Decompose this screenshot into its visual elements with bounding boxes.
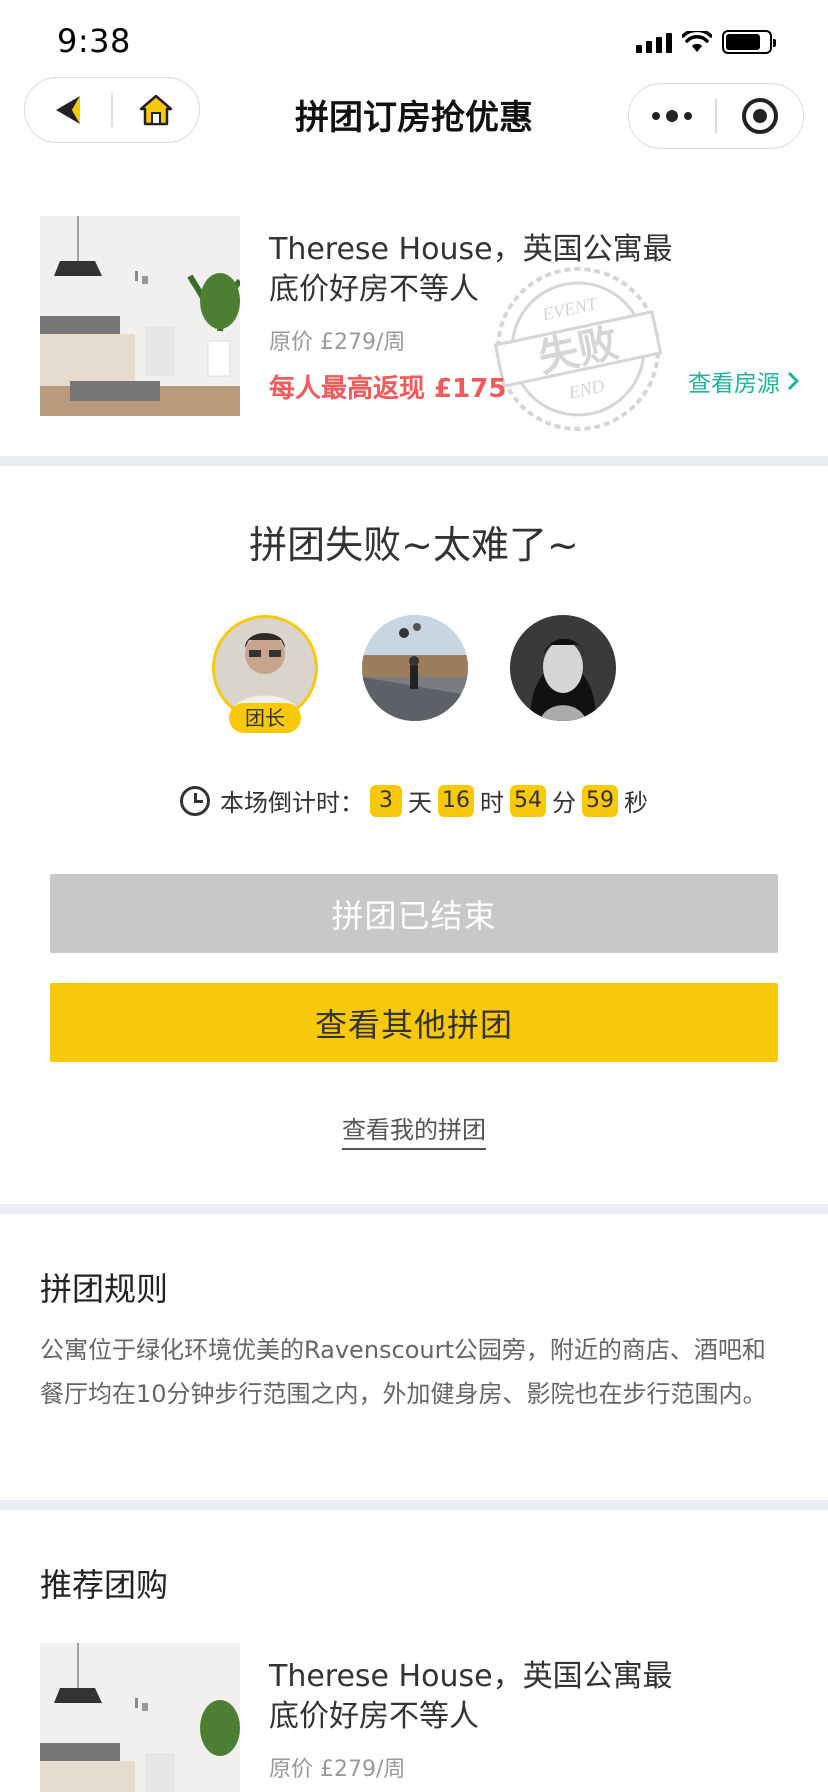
my-groups-link[interactable]: 查看我的拼团 <box>342 1116 486 1150</box>
section-divider <box>0 1500 828 1510</box>
recommend-title: 推荐团购 <box>40 1566 169 1604</box>
view-listing-label: 查看房源 <box>688 371 780 397</box>
status-icons <box>636 30 776 54</box>
product-card[interactable]: Therese House，英国公寓最底价好房不等人 原价 £279/周 每人最… <box>40 216 800 431</box>
my-groups-link-wrap: 查看我的拼团 <box>0 1110 828 1150</box>
view-listing-link[interactable]: 查看房源 <box>688 364 800 398</box>
recommend-product-price: 原价 £279/周 <box>269 1757 406 1782</box>
close-miniprogram-button[interactable] <box>717 84 803 148</box>
signal-icon <box>636 31 672 53</box>
countdown-hours-unit: 时 <box>480 789 504 817</box>
chevron-right-icon <box>787 371 800 391</box>
view-other-groups-button[interactable]: 查看其他拼团 <box>50 983 778 1062</box>
countdown-minutes-unit: 分 <box>552 789 576 817</box>
countdown-minutes: 54 <box>510 784 546 817</box>
event-end-stamp: EVENT 失败 END <box>493 267 663 431</box>
countdown-seconds-unit: 秒 <box>624 789 648 817</box>
status-bar: 9:38 <box>0 0 828 80</box>
rules-title: 拼团规则 <box>40 1270 169 1308</box>
status-time: 9:38 <box>57 22 131 60</box>
more-button[interactable] <box>629 84 715 148</box>
recommend-product-image <box>40 1643 240 1792</box>
wifi-icon <box>682 31 712 52</box>
stamp-main-text: 失败 <box>535 320 623 382</box>
countdown-label: 本场倒计时： <box>220 789 364 817</box>
more-dots-icon <box>652 110 693 122</box>
target-icon <box>741 98 778 134</box>
clock-icon <box>180 785 210 816</box>
avatar-member[interactable] <box>510 615 616 721</box>
countdown-seconds: 59 <box>582 784 618 817</box>
recommend-product-card[interactable]: Therese House，英国公寓最底价好房不等人 原价 £279/周 <box>40 1643 800 1792</box>
battery-icon <box>722 30 776 54</box>
group-members: 团长 <box>212 615 616 735</box>
countdown-hours: 16 <box>438 784 474 817</box>
countdown-days: 3 <box>370 784 402 817</box>
stamp-bottom-text: END <box>566 376 606 403</box>
section-divider <box>0 1204 828 1214</box>
recommend-product-info: Therese House，英国公寓最底价好房不等人 原价 £279/周 <box>269 1657 799 1783</box>
countdown-days-unit: 天 <box>408 789 432 817</box>
nav-capsule-right <box>628 83 804 149</box>
stamp-top-text: EVENT <box>540 293 601 325</box>
group-status-title: 拼团失败~太难了~ <box>249 523 579 567</box>
countdown: 本场倒计时： 3 天 16 时 54 分 59 秒 <box>0 783 828 818</box>
avatar-member[interactable] <box>362 615 468 721</box>
section-divider <box>0 456 828 466</box>
group-ended-button[interactable]: 拼团已结束 <box>50 874 778 953</box>
recommend-product-title: Therese House，英国公寓最底价好房不等人 <box>269 1659 673 1734</box>
rules-text: 公寓位于绿化环境优美的Ravenscourt公园旁，附近的商店、酒吧和餐厅均在1… <box>40 1336 767 1408</box>
product-image <box>40 216 240 416</box>
leader-badge: 团长 <box>229 703 301 733</box>
